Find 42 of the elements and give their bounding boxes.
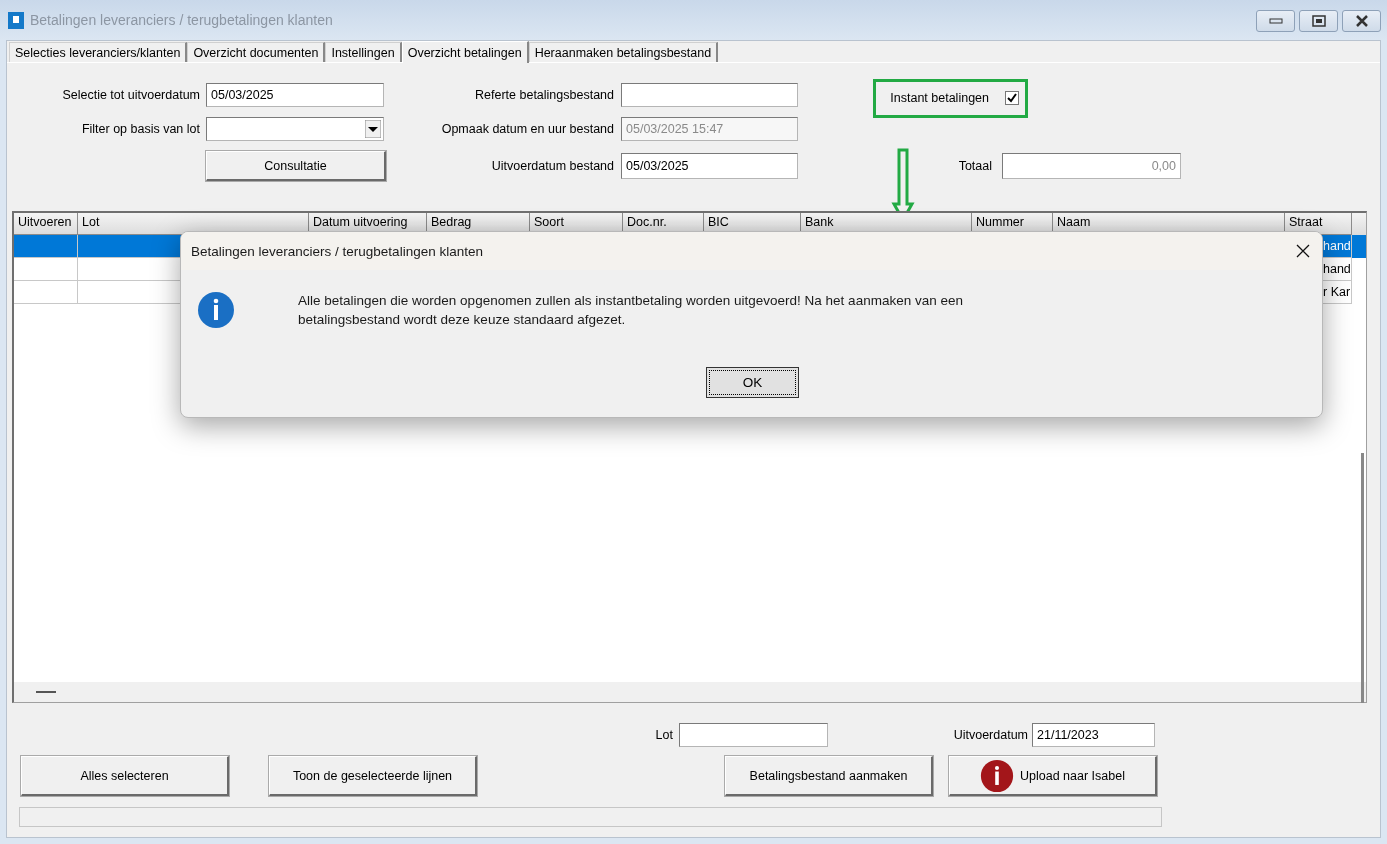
lot-dropdown[interactable] xyxy=(206,117,384,141)
maximize-icon xyxy=(1311,15,1326,27)
dialog-message: Alle betalingen die worden opgenomen zullen als instantbetaling worden uitgevoerd! Na het aanmaken van een betalingsbestand wordt deze keuze standaard afgezet. xyxy=(298,292,964,329)
maximize-button[interactable] xyxy=(1299,10,1338,32)
date-field[interactable]: 05/03/2025 xyxy=(206,83,384,107)
field-label: Opmaak datum en uur bestand xyxy=(440,122,614,136)
field-label: Selectie tot uitvoerdatum xyxy=(61,88,200,102)
total-field: 0,00 xyxy=(1002,153,1181,179)
tab[interactable]: Overzicht betalingen xyxy=(401,41,529,63)
field-label: Uitvoerdatum xyxy=(952,728,1028,742)
info-icon xyxy=(197,291,235,329)
checkbox-label: Instant betalingen xyxy=(889,91,989,105)
ok-button[interactable]: OK xyxy=(706,367,799,398)
info-icon xyxy=(980,758,1015,793)
field-label: Totaal xyxy=(957,159,992,173)
dialog-title: Betalingen leveranciers / terugbetalingen klanten xyxy=(191,243,483,259)
lot-field[interactable] xyxy=(679,723,828,747)
date-field[interactable]: 21/11/2023 xyxy=(1032,723,1155,747)
close-icon xyxy=(1354,15,1369,27)
minimize-icon xyxy=(1268,18,1283,24)
field-label: Referte betalingsbestand xyxy=(474,88,614,102)
field-label: Filter op basis van lot xyxy=(80,122,200,136)
checkbox[interactable] xyxy=(1005,91,1019,105)
date-field[interactable]: 05/03/2025 xyxy=(621,153,798,179)
field-label: Lot xyxy=(654,728,673,742)
tab[interactable]: Overzicht documenten xyxy=(187,42,326,62)
check-icon xyxy=(1007,93,1017,103)
tab[interactable]: Heraanmaken betalingsbestand xyxy=(528,42,719,62)
window-title: Betalingen leveranciers / terugbetalingen klanten xyxy=(30,12,333,28)
action-button[interactable]: Toon de geselecteerde lijnen xyxy=(269,756,477,796)
action-button[interactable]: Alles selecteren xyxy=(21,756,229,796)
close-icon[interactable] xyxy=(1296,244,1310,258)
field-label: Uitvoerdatum bestand xyxy=(490,159,614,173)
tab[interactable]: Selecties leveranciers/klanten xyxy=(9,42,188,62)
close-button[interactable] xyxy=(1342,10,1381,32)
tab[interactable]: Instellingen xyxy=(325,42,402,62)
dropdown-arrow-icon xyxy=(365,120,381,138)
upload-button[interactable]: Upload naar Isabel xyxy=(949,756,1157,796)
reference-field[interactable] xyxy=(621,83,798,107)
consult-button[interactable]: Consultatie xyxy=(206,151,386,181)
action-button[interactable]: Betalingsbestand aanmaken xyxy=(725,756,933,796)
app-icon xyxy=(8,11,24,29)
